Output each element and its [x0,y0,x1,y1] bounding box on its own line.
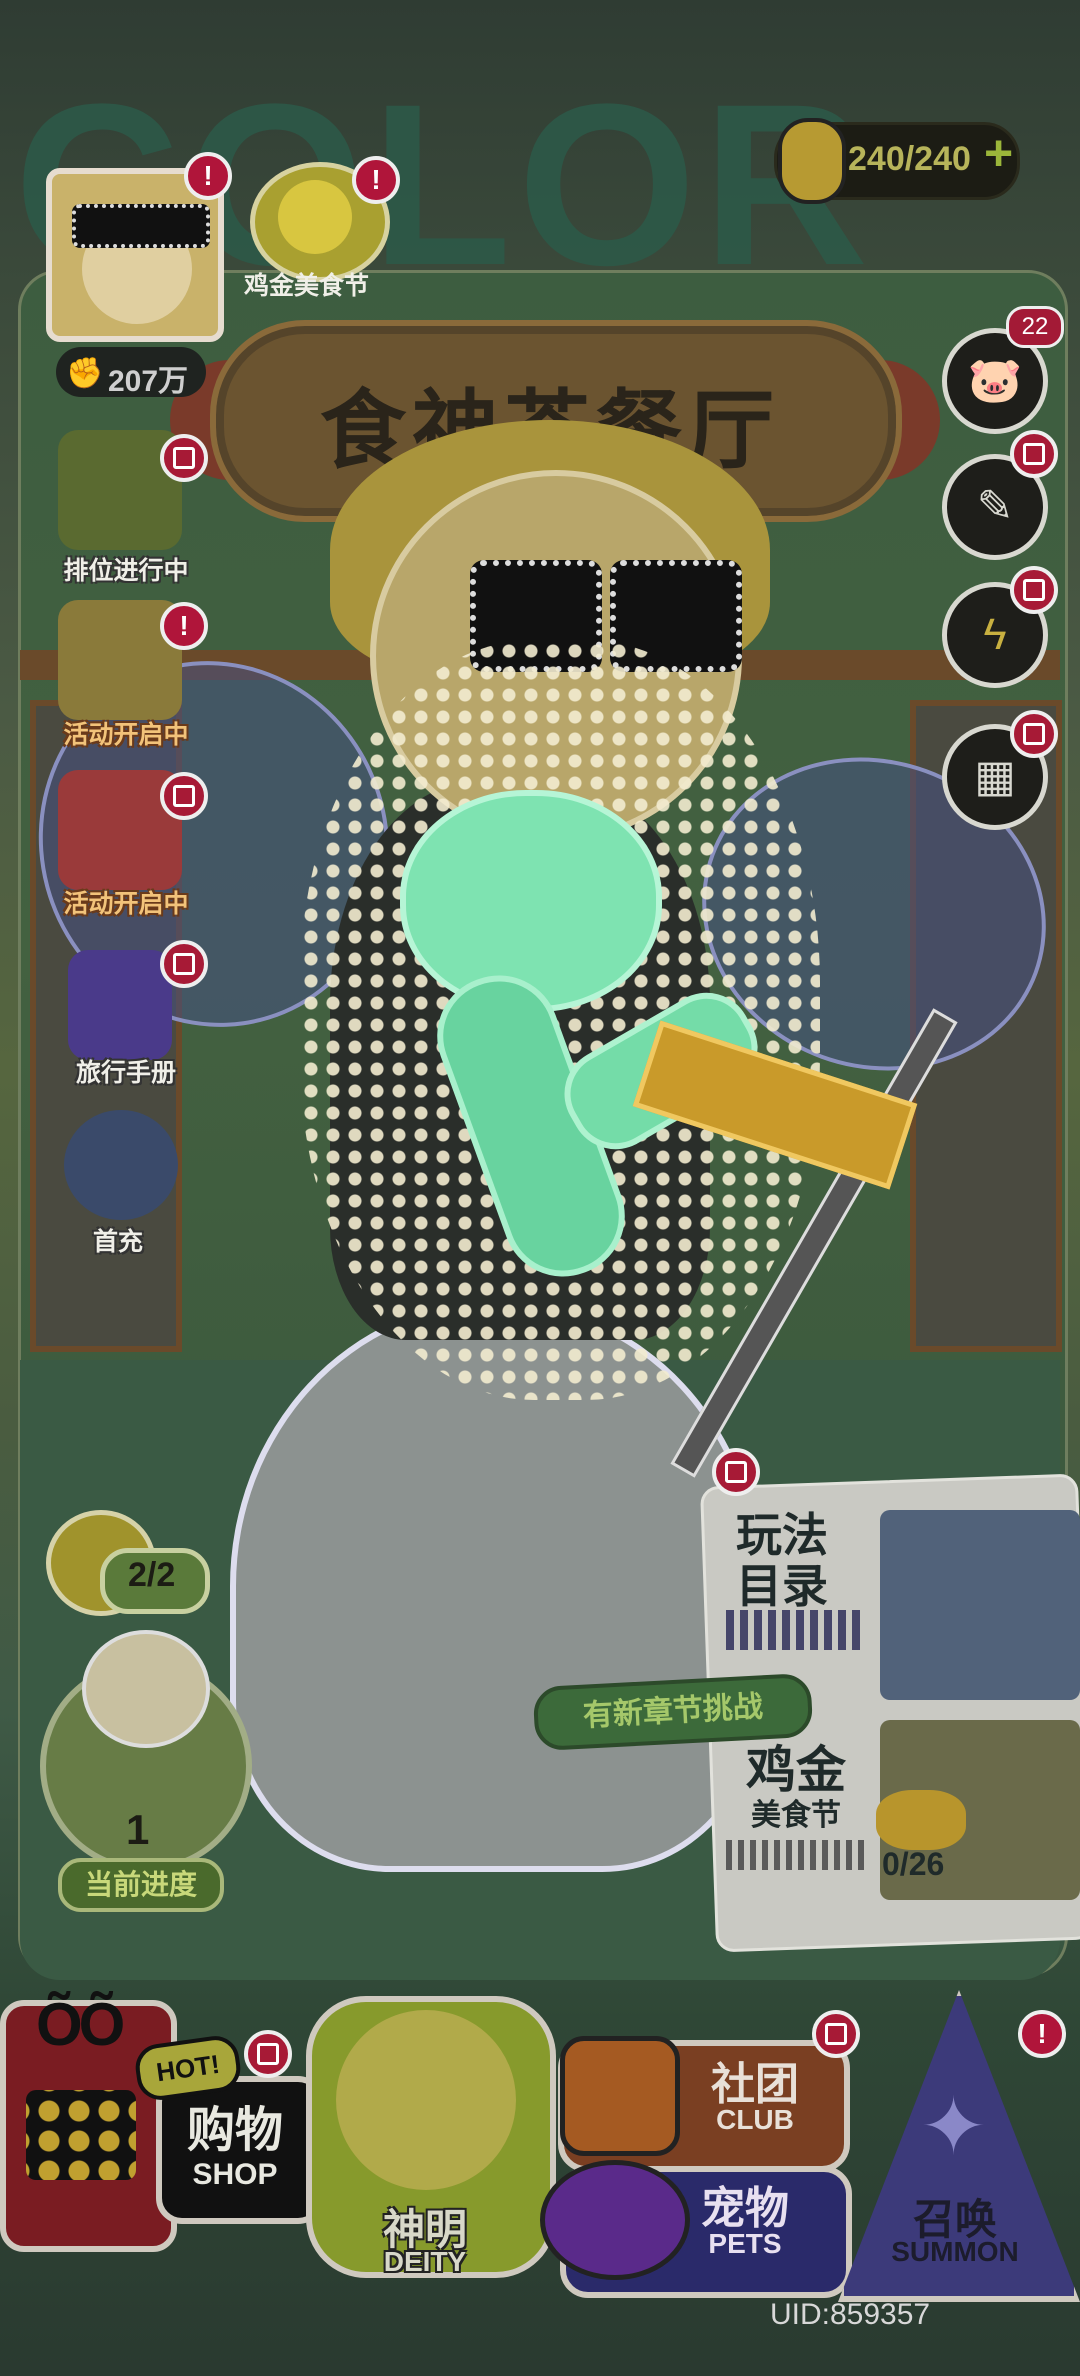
avatar-alert-badge: ! [184,152,232,200]
pets-label[interactable]: 宠物 [680,2172,810,2236]
handbook-gift-badge [160,940,208,988]
first-recharge-icon[interactable] [64,1110,178,1220]
chick-fest-subtitle: 美食节 [751,1799,841,1832]
activity-gift-badge [160,772,208,820]
pet-blob-icon [540,2160,690,2280]
checklist-gift-badge [1010,430,1058,478]
travel-handbook-icon[interactable] [68,950,172,1060]
playbook-gift-badge [712,1448,760,1496]
chick-fest-progress: 0/26 [882,1846,945,1882]
activity-alert-badge: ! [160,602,208,650]
chibi-avatar [82,1630,210,1748]
current-progress-button[interactable]: 当前进度 [58,1858,224,1912]
fist-icon: ✊ [66,357,104,390]
user-id: UID:859357 [770,2298,931,2331]
shop-label-en: SHOP [192,2158,278,2191]
playbook-barcode [726,1610,866,1650]
club-bag-icon [560,2036,680,2156]
stage-number: 1 [126,1806,150,1853]
summon-alert-badge: ! [1018,2010,1066,2058]
club-label[interactable]: 社团 [690,2048,820,2112]
avatar-sunglasses [72,204,210,248]
chick-festival-label: 鸡金美食节 [244,272,370,300]
cat-icon [876,1790,966,1850]
stamina-coin-icon [778,118,846,204]
shop-gift-badge [244,2030,292,2078]
chick-fest-barcode [726,1840,866,1870]
summon-star-icon: ✦ [920,2082,988,2171]
chick-festival-alert-badge: ! [352,156,400,204]
stamina-value: 240/240 [848,140,971,178]
playbook-title[interactable]: 玩法目录 [736,1510,846,1611]
grid-gift-badge [1010,710,1058,758]
first-recharge-label[interactable]: 首充 [38,1222,198,1258]
summon-label-en: SUMMON [891,2236,1019,2267]
activity-event-label-2[interactable]: 活动开启中 [46,884,206,920]
add-stamina-button[interactable]: + [984,128,1013,178]
chick-icon [278,180,352,254]
ranking-gift-badge [160,434,208,482]
ranking-event-label[interactable]: 排位进行中 [46,551,206,587]
jade-dragon-head [400,790,662,1012]
pets-label-en: PETS [708,2228,782,2259]
power-value: 207万 [108,365,189,398]
travel-handbook-label[interactable]: 旅行手册 [46,1053,206,1089]
club-label-en: CLUB [716,2104,794,2135]
mail-count-badge: 22 [1006,306,1064,348]
deity-label-en: DEITY [383,2246,467,2277]
bolt-gift-badge [1010,566,1058,614]
clock-count: 2/2 [128,1556,176,1594]
activity-event-label[interactable]: 活动开启中 [46,715,206,751]
vending-machine-icon [26,2090,136,2180]
shop-eyes-icon: ÕÕ [36,1991,125,2058]
deity-portrait [336,2010,516,2190]
playbook-preview-image [880,1510,1080,1700]
shop-label[interactable]: 购物 [170,2090,300,2160]
